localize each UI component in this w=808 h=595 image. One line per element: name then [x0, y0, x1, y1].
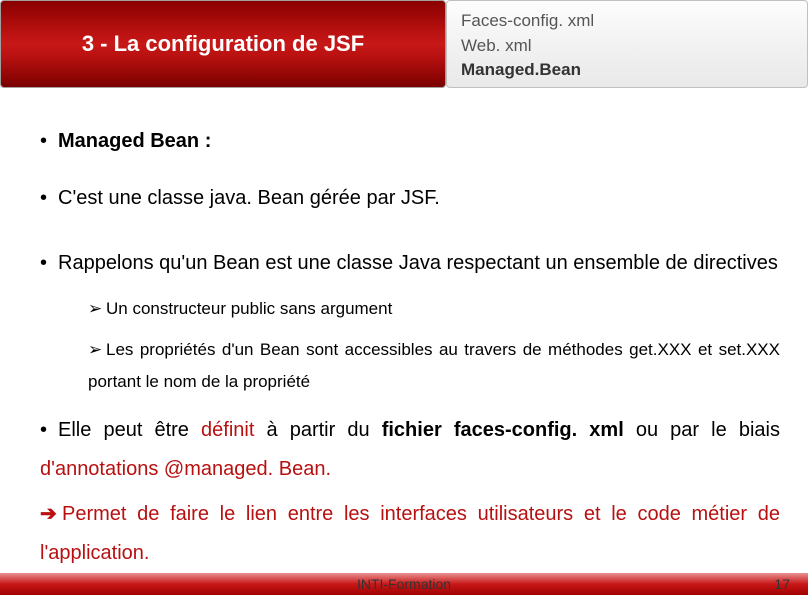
- bullet-5-text: Permet de faire le lien entre les interf…: [40, 503, 780, 564]
- slide-title: 3 - La configuration de JSF: [82, 31, 364, 57]
- arrow-icon: ➔: [40, 495, 62, 534]
- bullet-5: ➔Permet de faire le lien entre les inter…: [40, 495, 780, 573]
- b4-bold: fichier faces-config. xml: [382, 419, 636, 441]
- b4-p1: Elle peut être: [58, 419, 201, 441]
- bullet-1-text: Managed Bean :: [58, 130, 211, 152]
- sub-bullet-2: ➢Les propriétés d'un Bean sont accessibl…: [88, 334, 780, 397]
- bullet-icon: •: [40, 244, 58, 283]
- content-area: •Managed Bean : •C'est une classe java. …: [0, 88, 808, 573]
- side-box: Faces-config. xml Web. xml Managed.Bean: [446, 0, 808, 88]
- b4-red1: définit: [201, 419, 266, 441]
- slide-title-box: 3 - La configuration de JSF: [0, 0, 446, 88]
- b4-red2: d'annotations @managed. Bean.: [40, 458, 331, 480]
- side-line-3: Managed.Bean: [461, 58, 793, 83]
- triangle-icon: ➢: [88, 293, 106, 324]
- side-line-1: Faces-config. xml: [461, 9, 793, 34]
- bullet-1: •Managed Bean :: [40, 130, 780, 153]
- triangle-icon: ➢: [88, 334, 106, 365]
- sub-1-text: Un constructeur public sans argument: [106, 299, 392, 318]
- bullet-icon: •: [40, 179, 58, 218]
- sub-bullet-1: ➢Un constructeur public sans argument: [88, 293, 780, 324]
- b4-p3: ou par le biais: [636, 419, 780, 441]
- bullet-3: •Rappelons qu'un Bean est une classe Jav…: [40, 244, 780, 283]
- bullet-4: •Elle peut être définit à partir du fich…: [40, 411, 780, 489]
- page-number: 17: [774, 576, 790, 592]
- bullet-icon: •: [40, 130, 58, 153]
- bullet-icon: •: [40, 411, 58, 450]
- bullet-3-text: Rappelons qu'un Bean est une classe Java…: [58, 252, 778, 274]
- header: 3 - La configuration de JSF Faces-config…: [0, 0, 808, 88]
- footer-center: INTI-Formation: [0, 576, 808, 592]
- bullet-2-text: C'est une classe java. Bean gérée par JS…: [58, 187, 440, 209]
- bullet-2: •C'est une classe java. Bean gérée par J…: [40, 179, 780, 218]
- side-line-2: Web. xml: [461, 34, 793, 59]
- b4-p2: à partir du: [267, 419, 382, 441]
- sub-2-text: Les propriétés d'un Bean sont accessible…: [88, 340, 780, 390]
